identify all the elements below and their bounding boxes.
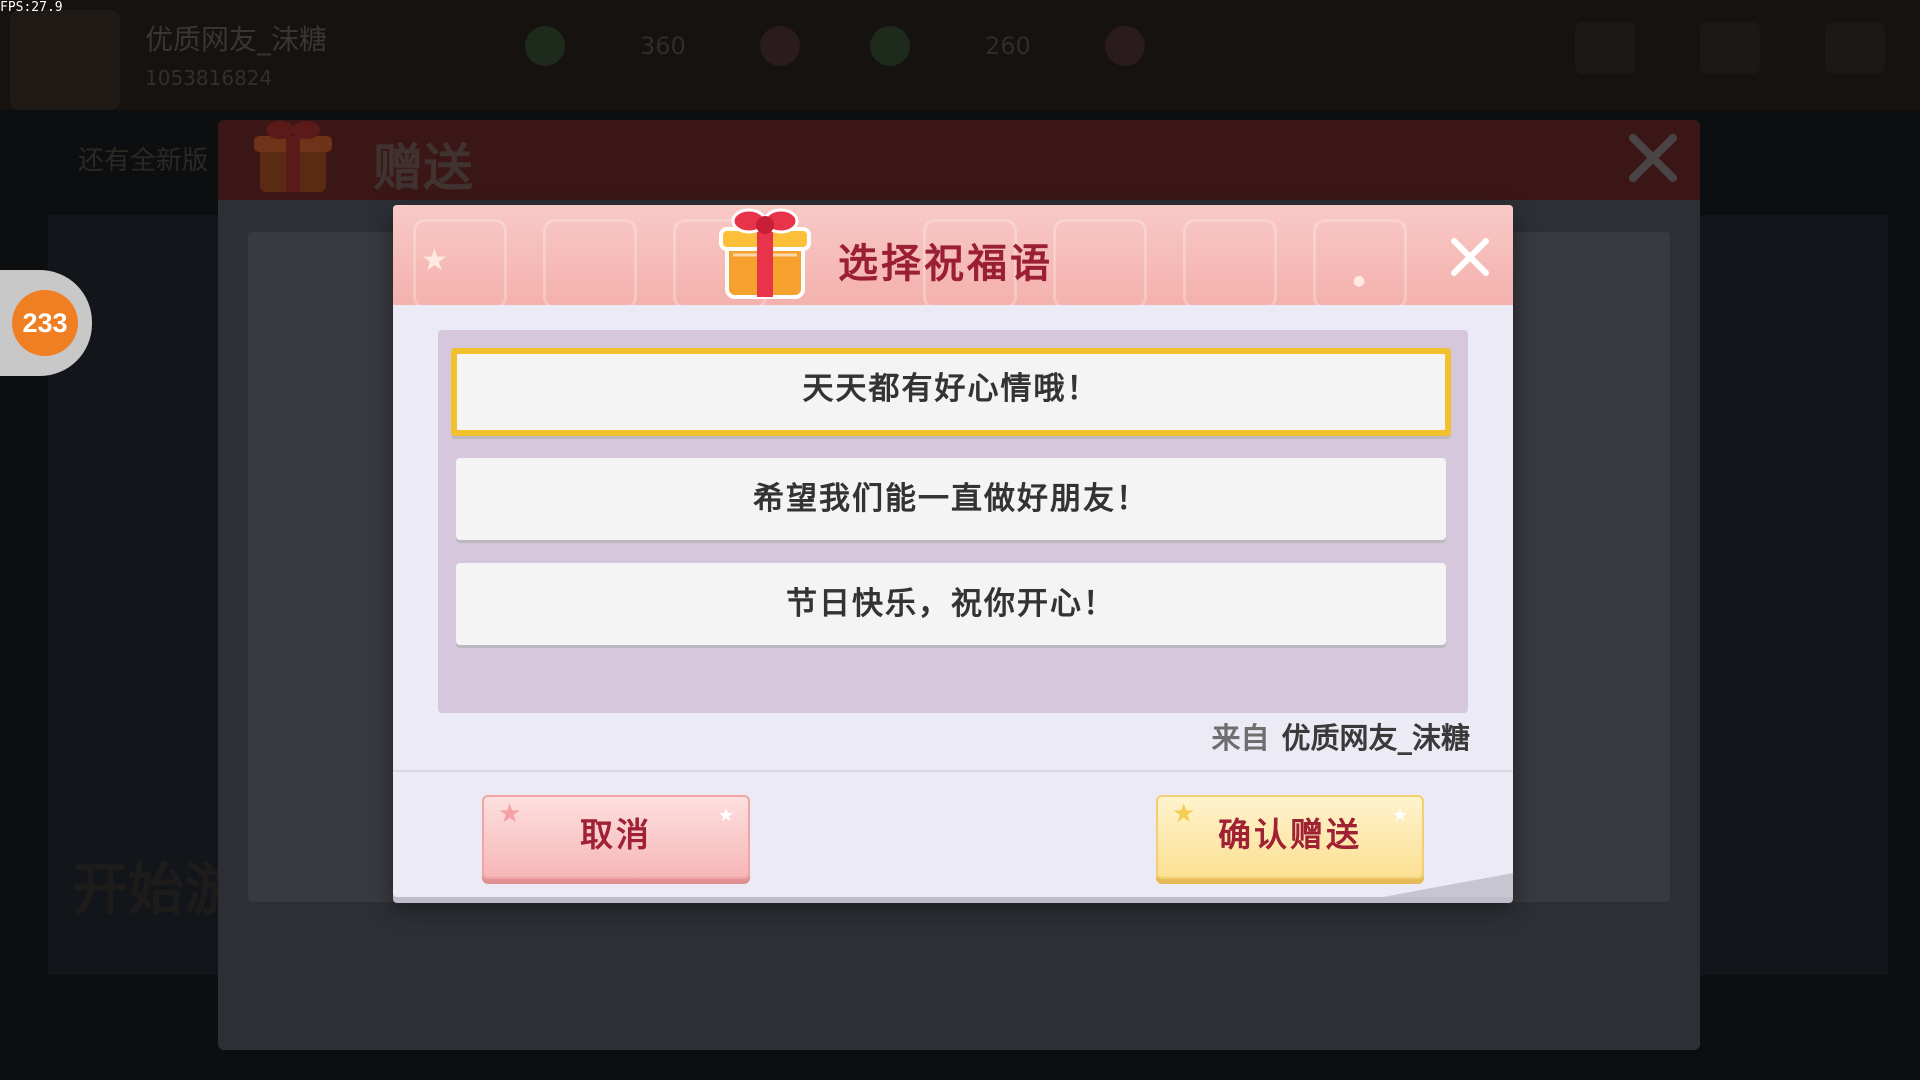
cancel-button[interactable]: ★ ★ 取消 <box>482 795 750 879</box>
mail-icon[interactable] <box>1700 22 1760 74</box>
settings-icon[interactable] <box>1825 22 1885 74</box>
dialog-title: 选择祝福语 <box>838 241 1053 287</box>
gem-icon <box>870 26 910 66</box>
header-decoration <box>1053 219 1147 305</box>
sender-name: 优质网友_沫糖 <box>1281 721 1470 755</box>
blessing-options-list: 天天都有好心情哦！ 希望我们能一直做好朋友！ 节日快乐，祝你开心！ <box>438 330 1468 713</box>
gift-icon[interactable] <box>1575 22 1635 74</box>
gift-box-icon <box>254 121 332 192</box>
confirm-label: 确认赠送 <box>1218 815 1362 854</box>
start-game-label: 开始游 <box>72 858 240 923</box>
from-label: 来自 <box>1211 721 1270 755</box>
badge-233[interactable]: 233 <box>12 290 78 356</box>
resource-value: 260 <box>985 32 1031 60</box>
header-decoration <box>543 219 637 305</box>
star-icon: ★ <box>1172 799 1199 829</box>
star-icon: ★ <box>421 243 448 278</box>
player-name: 优质网友_沫糖 <box>145 23 328 56</box>
blessing-option[interactable]: 节日快乐，祝你开心！ <box>456 563 1446 645</box>
sparkle-icon: ● <box>1353 273 1366 289</box>
notice-text: 还有全新版 <box>78 146 209 176</box>
header-decoration <box>1183 219 1277 305</box>
sender-row: 来自 优质网友_沫糖 <box>1211 715 1470 757</box>
player-avatar[interactable] <box>10 10 120 110</box>
top-bar: 优质网友_沫糖 1053816824 360 260 <box>0 0 1920 110</box>
gift-panel-header: 赠送 <box>218 120 1700 200</box>
fps-counter: FPS:27.9 <box>0 0 63 15</box>
page-curl-decoration <box>1383 873 1513 897</box>
close-icon[interactable] <box>1446 233 1494 281</box>
blessing-option[interactable]: 天天都有好心情哦！ <box>451 348 1451 436</box>
blessing-option[interactable]: 希望我们能一直做好朋友！ <box>456 458 1446 540</box>
header-decoration <box>1313 219 1407 305</box>
coin-icon <box>525 26 565 66</box>
gift-box-icon <box>719 208 811 299</box>
star-icon: ★ <box>718 805 738 826</box>
resource-value: 360 <box>640 32 686 60</box>
add-resource-icon[interactable] <box>760 26 800 66</box>
player-id: 1053816824 <box>145 66 273 90</box>
add-resource-icon[interactable] <box>1105 26 1145 66</box>
cancel-label: 取消 <box>580 815 652 854</box>
blessing-dialog: ★ ● 选择祝福语 天天都有好心情哦！ 希望我们能一直做好朋友！ 节日快乐，祝你… <box>393 205 1513 897</box>
gift-panel-title: 赠送 <box>373 139 473 197</box>
confirm-gift-button[interactable]: ★ ★ 确认赠送 <box>1156 795 1424 879</box>
star-icon: ★ <box>498 799 525 829</box>
close-icon[interactable] <box>1623 128 1683 188</box>
star-icon: ★ <box>1392 805 1412 826</box>
divider <box>393 770 1513 772</box>
